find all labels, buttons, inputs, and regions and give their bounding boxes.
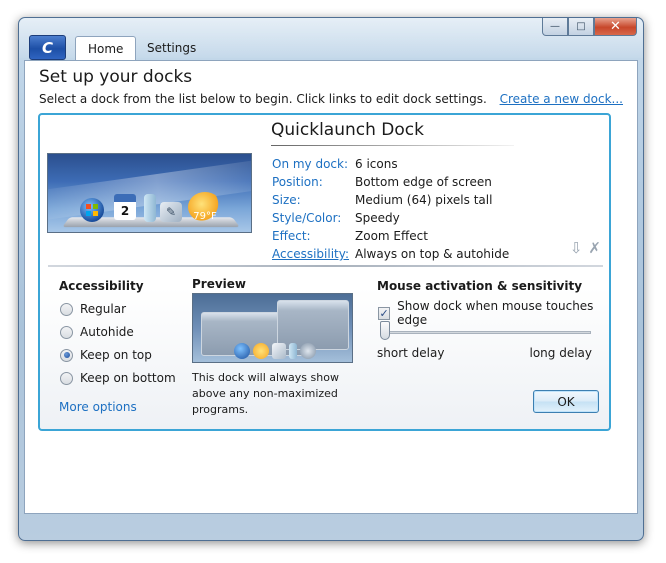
calendar-icon: 2 [114, 194, 136, 220]
preview-dock [229, 341, 321, 359]
on-my-dock-link[interactable]: On my dock: [272, 155, 349, 173]
radio-keep-on-top[interactable]: Keep on top [60, 348, 152, 362]
delay-slider-thumb[interactable] [380, 321, 390, 340]
show-dock-checkbox[interactable]: ✓ [378, 306, 391, 320]
radio-label: Keep on top [80, 348, 152, 362]
show-dock-checkbox-row[interactable]: ✓ Show dock when mouse touches edge [378, 299, 609, 327]
on-my-dock-value: 6 icons [355, 157, 398, 171]
radio-button[interactable] [60, 371, 73, 385]
tab-home[interactable]: Home [75, 36, 137, 61]
radio-label: Autohide [80, 325, 134, 339]
windows-orb-icon [80, 198, 104, 222]
dock-actions: ⇩ ✗ [570, 239, 601, 257]
delay-slider-track[interactable] [380, 331, 591, 334]
app-window: — □ ✕ C Home Settings Set up your docks … [18, 17, 644, 541]
preview-weather-icon [253, 343, 269, 359]
page-title: Set up your docks [39, 67, 193, 87]
accessibility-link[interactable]: Accessibility: [272, 245, 349, 263]
more-options-link[interactable]: More options [59, 400, 137, 414]
radio-button[interactable] [60, 348, 73, 362]
accessibility-value: Always on top & autohide [355, 247, 510, 261]
property-values: 6 icons Bottom edge of screen Medium (64… [355, 155, 509, 263]
preview-image [192, 293, 353, 363]
accessibility-heading: Accessibility [59, 279, 144, 293]
radio-keep-on-bottom[interactable]: Keep on bottom [60, 371, 176, 385]
preview-description: This dock will always show above any non… [192, 371, 339, 416]
minimize-button[interactable]: — [542, 18, 568, 36]
style-color-value: Speedy [355, 211, 400, 225]
dock-name: Quicklaunch Dock [271, 120, 424, 140]
download-icon[interactable]: ⇩ [570, 239, 583, 257]
tab-settings[interactable]: Settings [135, 36, 208, 60]
property-labels: On my dock: Position: Size: Style/Color:… [272, 155, 349, 263]
slider-min-label: short delay [377, 346, 445, 360]
tab-home-label: Home [88, 42, 124, 56]
position-link[interactable]: Position: [272, 173, 349, 191]
app-logo-button[interactable]: C [29, 35, 66, 60]
preview-orb-icon [234, 343, 250, 359]
size-link[interactable]: Size: [272, 191, 349, 209]
create-new-dock-link[interactable]: Create a new dock... [500, 92, 623, 106]
show-dock-checkbox-label: Show dock when mouse touches edge [397, 299, 594, 327]
preview-bottle-icon [289, 343, 297, 359]
effect-value: Zoom Effect [355, 229, 428, 243]
preview-pen-icon [272, 343, 286, 359]
radio-autohide[interactable]: Autohide [60, 325, 134, 339]
radio-regular[interactable]: Regular [60, 302, 126, 316]
title-divider [271, 145, 514, 146]
preview-heading: Preview [192, 277, 247, 291]
radio-button[interactable] [60, 302, 73, 316]
bottle-icon [144, 194, 156, 222]
weather-temp: 79°F [193, 211, 217, 222]
dock-thumbnail[interactable]: 2 ✎ 79°F [47, 153, 252, 233]
caption-buttons: — □ ✕ [542, 18, 637, 36]
pen-icon: ✎ [160, 202, 182, 222]
calendar-day: 2 [120, 204, 130, 218]
style-color-link[interactable]: Style/Color: [272, 209, 349, 227]
radio-button[interactable] [60, 325, 73, 339]
close-button[interactable]: ✕ [594, 18, 637, 36]
radio-label: Keep on bottom [80, 371, 176, 385]
weather-icon: 79°F [188, 192, 222, 222]
mouse-activation-heading: Mouse activation & sensitivity [377, 279, 583, 293]
size-value: Medium (64) pixels tall [355, 193, 493, 207]
slider-max-label: long delay [529, 346, 592, 360]
effect-link[interactable]: Effect: [272, 227, 349, 245]
dock-card[interactable]: Quicklaunch Dock 2 ✎ 79°F On my dock: Po… [38, 113, 611, 431]
maximize-button[interactable]: □ [568, 18, 594, 36]
preview-gear-icon [300, 343, 316, 359]
delete-icon[interactable]: ✗ [588, 239, 601, 257]
home-panel: Set up your docks Select a dock from the… [24, 60, 638, 514]
ok-button[interactable]: OK [533, 390, 599, 413]
radio-label: Regular [80, 302, 127, 316]
page-subtitle: Select a dock from the list below to beg… [39, 92, 487, 106]
section-divider [48, 265, 603, 267]
tab-settings-label: Settings [147, 41, 197, 55]
position-value: Bottom edge of screen [355, 175, 492, 189]
